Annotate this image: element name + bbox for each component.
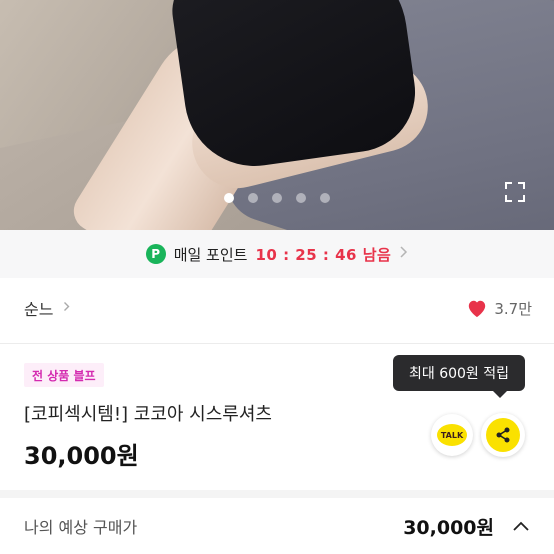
share-button[interactable] [481, 413, 525, 457]
seller-name: 순느 [24, 300, 54, 319]
heart-icon [469, 300, 486, 318]
daily-points-bar[interactable]: P 매일 포인트 10 : 25 : 46 남음 [0, 230, 554, 278]
chevron-right-icon [63, 301, 70, 316]
seller-row: 순느 3.7만 [0, 290, 554, 326]
expected-price-row[interactable]: 나의 예상 구매가 30,000원 [0, 506, 554, 546]
divider [0, 343, 554, 344]
gallery-dot[interactable] [320, 193, 330, 203]
promo-badge: 전 상품 블프 [24, 363, 104, 387]
product-image-gallery[interactable] [0, 0, 554, 230]
points-icon: P [145, 244, 166, 264]
points-label: 매일 포인트 [173, 245, 248, 264]
like-button[interactable]: 3.7만 [466, 298, 532, 319]
gallery-pagination [0, 193, 554, 203]
seller-link[interactable]: 순느 [24, 296, 70, 320]
chevron-right-icon [399, 245, 408, 263]
kakao-talk-button[interactable]: TALK [431, 414, 473, 456]
expected-price-value: 30,000원 [403, 516, 494, 539]
like-count: 3.7만 [494, 299, 532, 318]
points-timer: 10 : 25 : 46 남음 [255, 245, 392, 264]
kakao-talk-icon: TALK [437, 424, 467, 446]
gallery-dot[interactable] [272, 193, 282, 203]
product-price: 30,000원 [24, 442, 139, 470]
gallery-dot[interactable] [296, 193, 306, 203]
section-divider [0, 490, 554, 498]
product-title: [코피섹시템!] 코코아 시스루셔츠 [24, 404, 272, 425]
gallery-dot[interactable] [248, 193, 258, 203]
share-icon [496, 427, 510, 443]
chevron-up-icon[interactable] [512, 521, 530, 532]
reward-tooltip: 최대 600원 적립 [393, 355, 525, 398]
expand-icon[interactable] [503, 180, 527, 204]
gallery-dot-active[interactable] [224, 193, 234, 203]
expected-price-label: 나의 예상 구매가 [24, 518, 138, 537]
